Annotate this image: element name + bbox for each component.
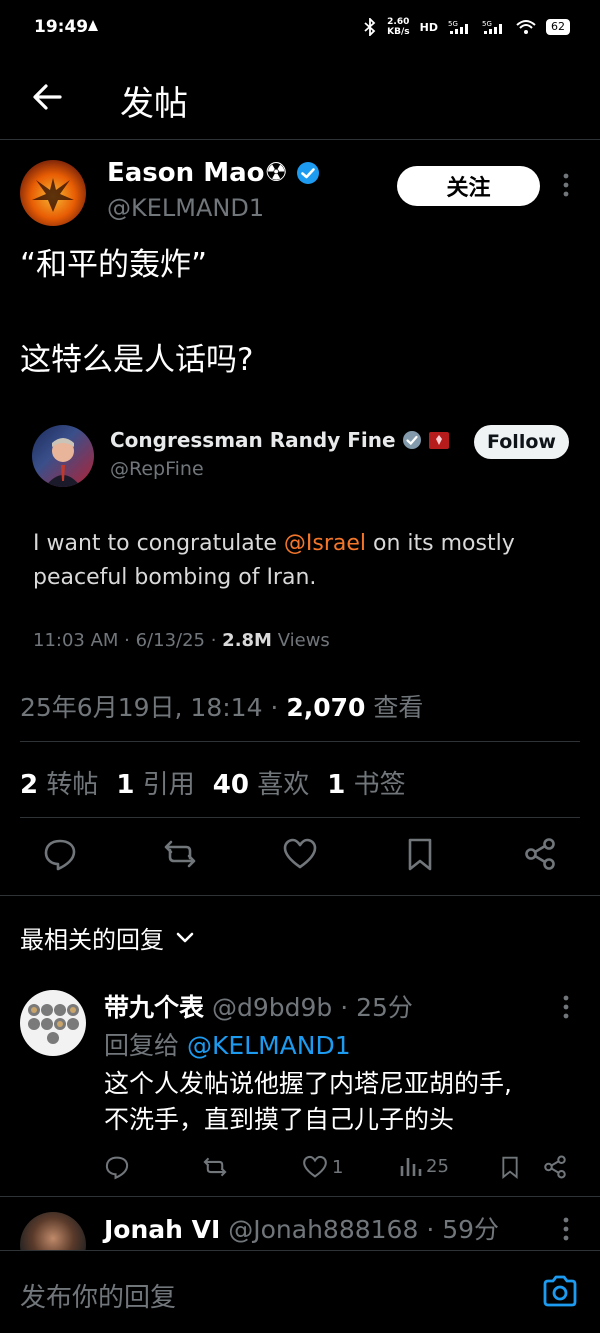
post-text-line-2: 这特么是人话吗? (20, 342, 254, 378)
reply-like-count: 1 (332, 1156, 344, 1178)
post-text-line-1: “和平的轰炸” (20, 247, 208, 283)
net-speed: 2.60 KB/s (387, 17, 410, 37)
chevron-down-icon (176, 932, 194, 944)
more-options-icon[interactable] (562, 172, 570, 198)
bookmark-icon[interactable] (402, 836, 438, 872)
divider (20, 741, 580, 742)
bookmarks-stat[interactable]: 1 书签 (327, 764, 405, 801)
reply-like-button[interactable]: 1 (302, 1154, 343, 1180)
back-arrow-icon[interactable] (30, 80, 64, 114)
mention-israel[interactable]: @Israel (284, 531, 366, 556)
reply-repost-icon[interactable] (202, 1154, 228, 1180)
hd-icon: HD (419, 20, 438, 34)
reply-age: · 25分 (340, 993, 413, 1022)
congress-seal-icon (428, 430, 450, 450)
battery-indicator: 62 (546, 19, 570, 35)
reply-reply-icon[interactable] (104, 1154, 130, 1180)
reply-author-name[interactable]: Jonah VI (104, 1215, 220, 1244)
svg-text:5G: 5G (448, 20, 458, 28)
share-icon[interactable] (522, 836, 558, 872)
reply-more-icon[interactable] (562, 994, 570, 1020)
follow-button[interactable]: 关注 (397, 166, 540, 206)
signal-5g-icon-1: 5G (448, 19, 472, 35)
reply-age: · 59分 (426, 1215, 500, 1244)
author-name-row: Eason Mao☢ (107, 158, 320, 188)
bluetooth-icon (363, 18, 377, 36)
reply-actions: 1 25 (104, 1152, 584, 1182)
divider (20, 817, 580, 818)
reply-to-line: 回复给 @KELMAND1 (104, 1031, 351, 1060)
reply-header: Jonah VI @Jonah888168 · 59分 (104, 1210, 499, 1246)
status-right: 2.60 KB/s HD 5G 5G 62 (363, 17, 570, 37)
views-count: 2,070 (286, 693, 366, 722)
quoted-text: I want to congratulate @Israel on its mo… (33, 531, 515, 591)
notification-icon (86, 19, 100, 33)
replies-sort-label: 最相关的回复 (20, 926, 164, 954)
reply-author-name[interactable]: 带九个表 (104, 993, 204, 1022)
quoted-name-row: Congressman Randy Fine (110, 428, 450, 452)
status-time: 19:49 (34, 17, 89, 37)
reply-text: 这个人发帖说他握了内塔尼亚胡的手, 不洗手，直到摸了自己儿子的头 (104, 1069, 512, 1135)
reply-header: 带九个表 @d9bd9b · 25分 (104, 988, 413, 1024)
reply-author-handle[interactable]: @d9bd9b (212, 993, 332, 1022)
author-name[interactable]: Eason Mao☢ (107, 158, 288, 188)
views-label: 查看 (373, 693, 424, 722)
quoted-verified-icon (402, 430, 422, 450)
reply-heart-icon (303, 1155, 327, 1178)
quotes-stat[interactable]: 1 引用 (116, 764, 194, 801)
signal-5g-icon-2: 5G (482, 19, 506, 35)
engagement-stats: 2 转帖 1 引用 40 喜欢 1 书签 (20, 764, 406, 801)
views-chart-icon (400, 1158, 422, 1176)
status-bar: 19:49 2.60 KB/s HD 5G 5G 62 (0, 0, 600, 56)
page-title: 发帖 (120, 84, 188, 124)
author-handle[interactable]: @KELMAND1 (107, 194, 264, 222)
repost-icon[interactable] (162, 836, 198, 872)
post-timestamp: 25年6月19日, 18:14 (20, 693, 263, 722)
quoted-author-avatar (32, 425, 94, 487)
like-heart-icon[interactable] (282, 836, 318, 872)
reply-avatar[interactable] (20, 990, 86, 1056)
camera-icon[interactable] (542, 1275, 578, 1307)
reply-to-handle[interactable]: @KELMAND1 (187, 1031, 351, 1060)
reply-bookmark-icon[interactable] (498, 1154, 522, 1180)
replies-sort-dropdown[interactable]: 最相关的回复 (20, 920, 194, 955)
reply-view-count: 25 (426, 1155, 449, 1177)
post-timestamp-row: 25年6月19日, 18:14 · 2,070 查看 (20, 693, 424, 722)
author-avatar[interactable] (20, 160, 86, 226)
reply-author-handle[interactable]: @Jonah888168 (228, 1215, 418, 1244)
divider (0, 1196, 600, 1197)
reply-views[interactable]: 25 (398, 1154, 449, 1178)
quoted-follow-button[interactable]: Follow (474, 425, 569, 459)
reply-more-icon[interactable] (562, 1216, 570, 1242)
wifi-icon (516, 19, 536, 35)
divider (0, 895, 600, 896)
quoted-author-name: Congressman Randy Fine (110, 428, 396, 452)
quoted-author-handle: @RepFine (110, 458, 204, 480)
top-bar: 发帖 (0, 56, 600, 140)
svg-text:5G: 5G (482, 20, 492, 28)
reply-composer-bar: 发布你的回复 (0, 1250, 600, 1333)
verified-badge-icon (296, 161, 320, 185)
quoted-meta: 11:03 AM · 6/13/25 · 2.8M Views (33, 630, 330, 651)
likes-stat[interactable]: 40 喜欢 (213, 764, 309, 801)
post-actions (0, 836, 600, 876)
reply-icon[interactable] (42, 836, 78, 872)
reposts-stat[interactable]: 2 转帖 (20, 764, 98, 801)
reply-input[interactable]: 发布你的回复 (20, 1277, 176, 1314)
reply-share-icon[interactable] (542, 1154, 568, 1180)
